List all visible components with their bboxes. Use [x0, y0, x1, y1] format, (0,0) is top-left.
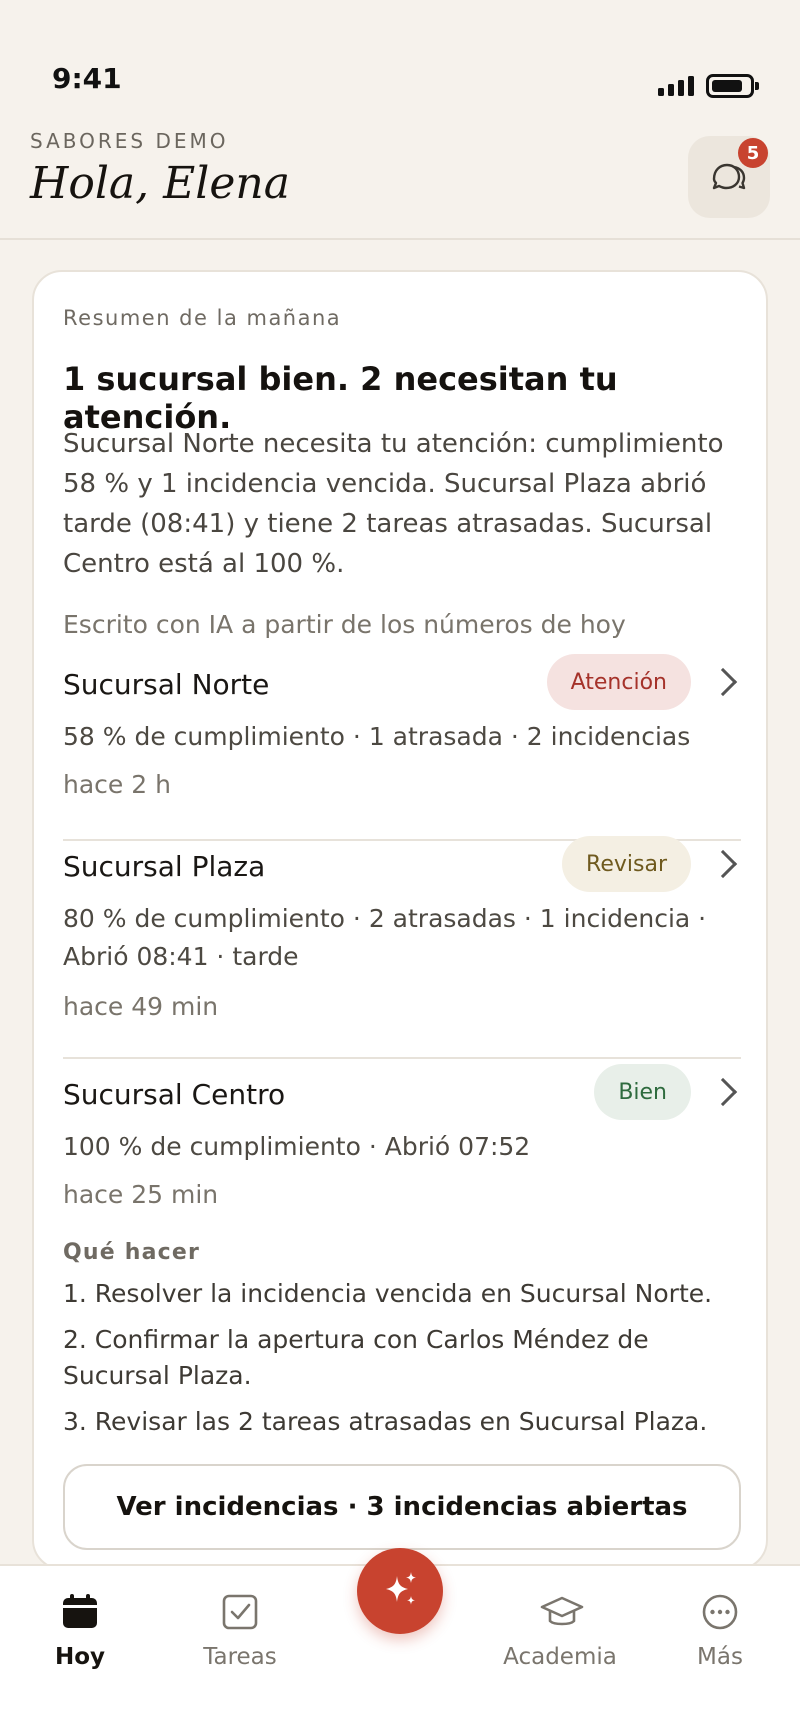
notification-badge: 5 [738, 138, 768, 168]
chevron-right-icon [708, 849, 738, 879]
morning-summary-card: Resumen de la mañana 1 sucursal bien. 2 … [32, 270, 768, 1570]
battery-icon [706, 74, 759, 98]
todo-label: Qué hacer [63, 1240, 201, 1265]
ai-note: Escrito con IA a partir de los números d… [63, 610, 626, 639]
branch-updated: hace 49 min [63, 992, 219, 1021]
ai-assistant-button[interactable] [357, 1548, 443, 1634]
header: SABORES DEMO Hola, Elena 5 [0, 120, 800, 240]
divider [63, 1057, 741, 1059]
branch-stats: 80 % de cumplimiento · 2 atrasadas · 1 i… [63, 904, 707, 971]
branch-stats: 58 % de cumplimiento · 1 atrasada · 2 in… [63, 722, 691, 751]
tab-label: Tareas [203, 1644, 277, 1670]
status-bar: 9:41 [0, 0, 800, 120]
checkbox-icon [220, 1592, 260, 1632]
todo-item: 3. Revisar las 2 tareas atrasadas en Suc… [63, 1407, 708, 1436]
signal-icon [658, 76, 694, 96]
more-icon [700, 1592, 740, 1632]
tab-label: Más [697, 1644, 743, 1670]
tab-label: Academia [503, 1644, 617, 1670]
status-time: 9:41 [52, 62, 122, 95]
branch-row-plaza[interactable]: Sucursal Plaza Revisar 80 % de cumplimie… [63, 836, 741, 1030]
branch-updated: hace 25 min [63, 1180, 219, 1209]
tab-label: Hoy [54, 1644, 106, 1670]
chevron-right-icon [708, 1077, 738, 1107]
graduation-cap-icon [540, 1592, 584, 1632]
sparkles-icon [386, 1572, 416, 1605]
branch-row-centro[interactable]: Sucursal Centro Bien 100 % de cumplimien… [63, 1064, 741, 1218]
branch-name: Sucursal Plaza [63, 850, 266, 883]
branch-name: Sucursal Norte [63, 668, 270, 701]
tab-academia[interactable]: Academia [500, 1580, 620, 1670]
messages-button[interactable]: 5 [688, 136, 770, 218]
todo-item: 1. Resolver la incidencia vencida en Suc… [63, 1279, 713, 1308]
tab-bar: Hoy Tareas Academia Más [0, 1548, 800, 1734]
tab-mas[interactable]: Más [660, 1580, 780, 1670]
status-badge-attention: Atención [546, 654, 691, 710]
branch-updated: hace 2 h [63, 770, 171, 799]
view-incidents-button[interactable]: Ver incidencias · 3 incidencias abiertas [63, 1464, 741, 1550]
todo-item: 2. Confirmar la apertura con Carlos Ménd… [63, 1325, 649, 1390]
status-icons [658, 74, 759, 98]
tab-hoy[interactable]: Hoy [20, 1580, 140, 1670]
card-label: Resumen de la mañana [63, 306, 342, 330]
brand-name: SABORES DEMO [30, 129, 229, 153]
branch-row-norte[interactable]: Sucursal Norte Atención 58 % de cumplimi… [63, 654, 741, 818]
calendar-icon [60, 1592, 100, 1632]
tab-tareas[interactable]: Tareas [180, 1580, 300, 1670]
status-badge-good: Bien [594, 1064, 691, 1120]
greeting-title: Hola, Elena [30, 158, 290, 209]
chevron-right-icon [708, 667, 738, 697]
branch-stats: 100 % de cumplimiento · Abrió 07:52 [63, 1132, 531, 1161]
status-badge-review: Revisar [562, 836, 691, 892]
summary-text: Sucursal Norte necesita tu atención: cum… [63, 429, 724, 579]
branch-name: Sucursal Centro [63, 1078, 286, 1111]
